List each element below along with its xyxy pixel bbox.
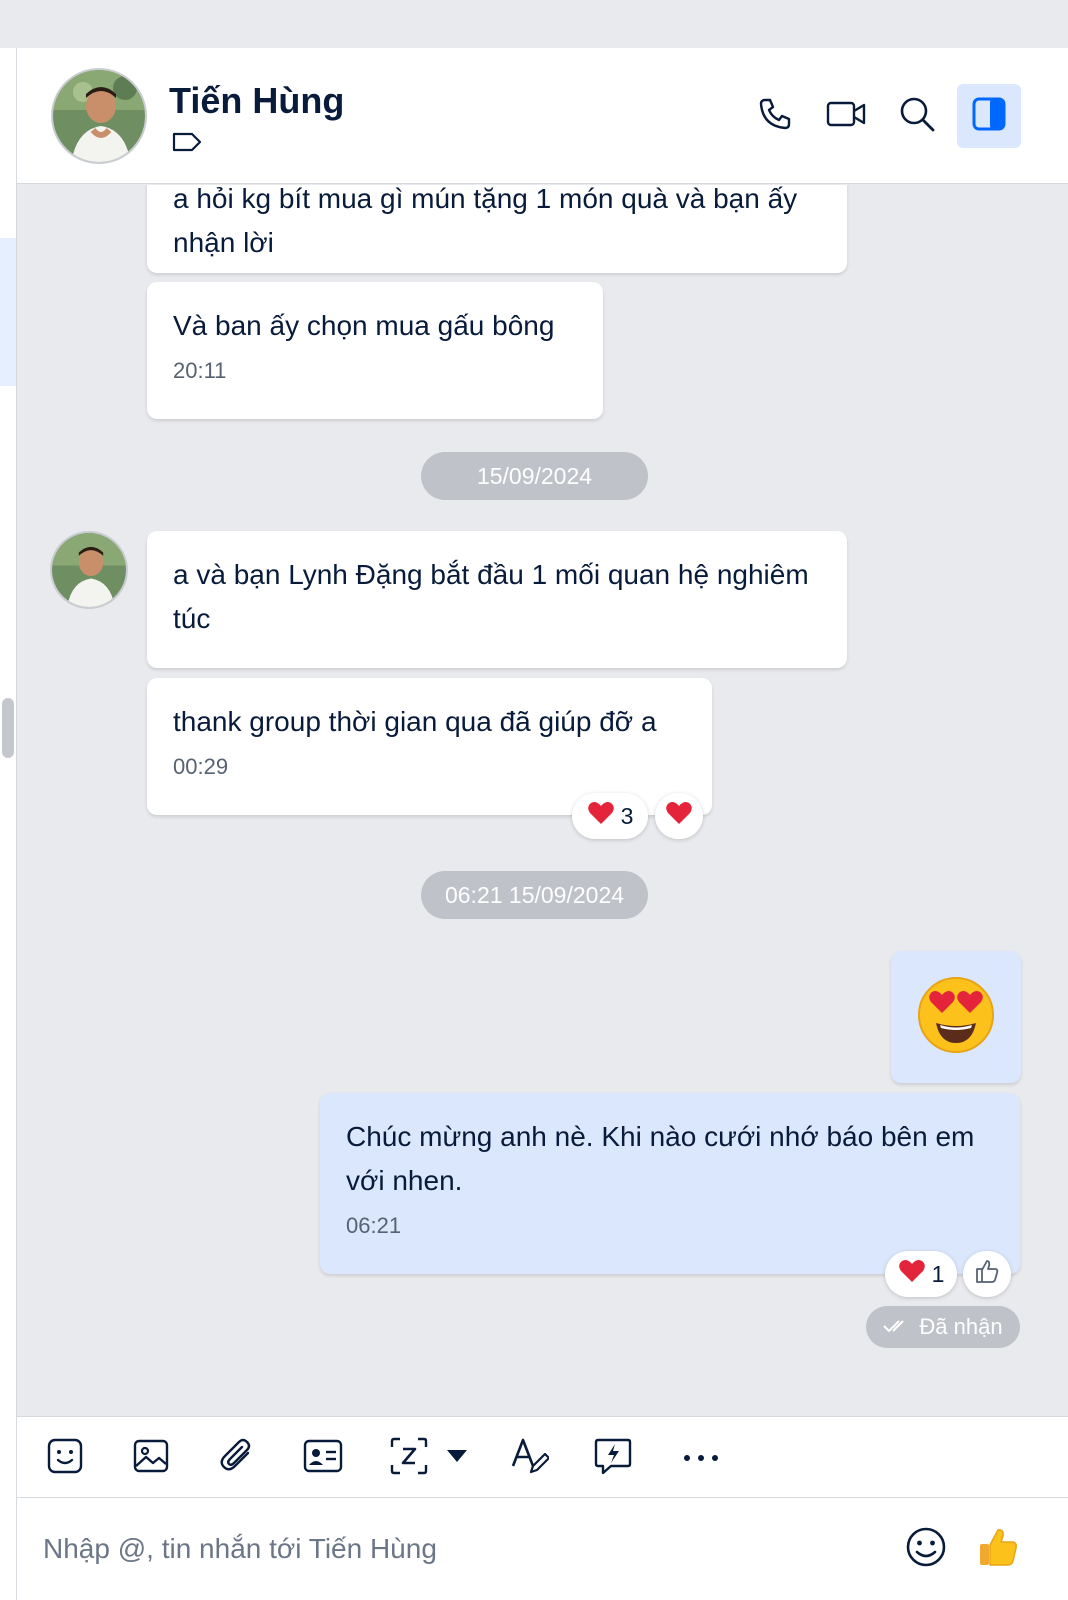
phone-icon <box>757 96 793 137</box>
quick-message-icon <box>593 1436 633 1481</box>
selected-conversation-indicator[interactable] <box>0 238 16 386</box>
quick-message-button[interactable] <box>593 1435 633 1481</box>
reaction-count: 1 <box>931 1260 945 1287</box>
more-icon <box>683 1449 719 1467</box>
search-button[interactable] <box>885 84 949 148</box>
heart-eyes-emoji-icon <box>916 975 996 1060</box>
message-bubble[interactable]: a hỏi kg bít mua gì mún tặng 1 món quà v… <box>147 185 847 273</box>
attach-file-button[interactable] <box>217 1435 257 1481</box>
message-text: Chúc mừng anh nè. Khi nào cưới nhớ báo b… <box>346 1121 975 1196</box>
contact-avatar[interactable] <box>51 68 147 164</box>
message-input[interactable] <box>43 1528 843 1570</box>
screenshot-options-dropdown[interactable] <box>445 1435 469 1481</box>
heart-icon <box>587 800 615 832</box>
tag-icon[interactable] <box>171 130 203 154</box>
window-top-strip <box>0 0 1068 48</box>
add-reaction-button[interactable] <box>963 1251 1011 1297</box>
dropdown-caret-icon <box>446 1449 468 1468</box>
date-separator: 15/09/2024 <box>421 452 648 500</box>
thumbs-up-icon <box>977 1526 1019 1573</box>
resize-handle[interactable] <box>2 698 14 758</box>
thumbs-up-outline-icon <box>974 1258 1000 1290</box>
send-like-button[interactable] <box>975 1526 1021 1572</box>
composer-toolbar <box>17 1416 1068 1498</box>
send-image-button[interactable] <box>131 1435 171 1481</box>
message-text: thank group thời gian qua đã giúp đỡ a <box>173 706 657 737</box>
video-call-button[interactable] <box>814 84 878 148</box>
text-format-icon <box>509 1436 551 1481</box>
emoji-message[interactable] <box>891 951 1021 1083</box>
message-bubble-mine[interactable]: Chúc mừng anh nè. Khi nào cưới nhớ báo b… <box>320 1093 1020 1274</box>
screenshot-icon <box>389 1436 429 1481</box>
conversation-info-toggle[interactable] <box>957 84 1021 148</box>
send-contact-button[interactable] <box>303 1435 343 1481</box>
reaction-count: 3 <box>620 802 634 829</box>
message-time: 06:21 <box>346 1213 402 1238</box>
emoji-button[interactable] <box>903 1526 949 1572</box>
message-bubble[interactable]: Và ban ấy chọn mua gấu bông 20:11 <box>147 282 603 419</box>
video-call-icon <box>826 98 866 135</box>
heart-icon <box>898 1258 926 1290</box>
message-list[interactable]: a hỏi kg bít mua gì mún tặng 1 món quà v… <box>17 185 1068 1415</box>
sticker-icon <box>46 1437 84 1480</box>
message-time: 00:29 <box>173 754 229 779</box>
chat-header: Tiến Hùng <box>17 48 1068 184</box>
heart-icon <box>665 800 693 832</box>
contact-name[interactable]: Tiến Hùng <box>169 80 344 122</box>
delivery-status-text: Đã nhận <box>919 1314 1003 1339</box>
message-bubble[interactable]: a và bạn Lynh Đặng bắt đầu 1 mối quan hệ… <box>147 531 847 668</box>
screenshot-button[interactable] <box>389 1435 429 1481</box>
conversation-list-edge <box>0 48 17 1600</box>
message-composer <box>17 1498 1068 1600</box>
sender-avatar[interactable] <box>50 531 128 609</box>
reaction-summary[interactable]: 3 <box>572 793 648 839</box>
message-time: 20:11 <box>173 358 227 383</box>
attachment-icon <box>218 1437 256 1480</box>
emoji-icon <box>905 1526 947 1573</box>
text-format-button[interactable] <box>509 1435 551 1481</box>
date-separator: 06:21 15/09/2024 <box>421 871 648 919</box>
message-text: Và ban ấy chọn mua gấu bông <box>173 310 555 341</box>
delivery-status: Đã nhận <box>866 1306 1020 1348</box>
double-check-icon <box>883 1314 909 1340</box>
contact-card-icon <box>303 1438 343 1479</box>
more-options-button[interactable] <box>681 1435 721 1481</box>
sidebar-toggle-icon <box>972 97 1006 136</box>
search-icon <box>898 95 936 138</box>
message-text: a và bạn Lynh Đặng bắt đầu 1 mối quan hệ… <box>173 559 809 634</box>
voice-call-button[interactable] <box>743 84 807 148</box>
image-icon <box>132 1437 170 1480</box>
add-reaction-button[interactable] <box>655 793 703 839</box>
reaction-summary[interactable]: 1 <box>885 1251 957 1297</box>
sticker-button[interactable] <box>45 1435 85 1481</box>
message-text: a hỏi kg bít mua gì mún tặng 1 món quà v… <box>173 185 798 258</box>
